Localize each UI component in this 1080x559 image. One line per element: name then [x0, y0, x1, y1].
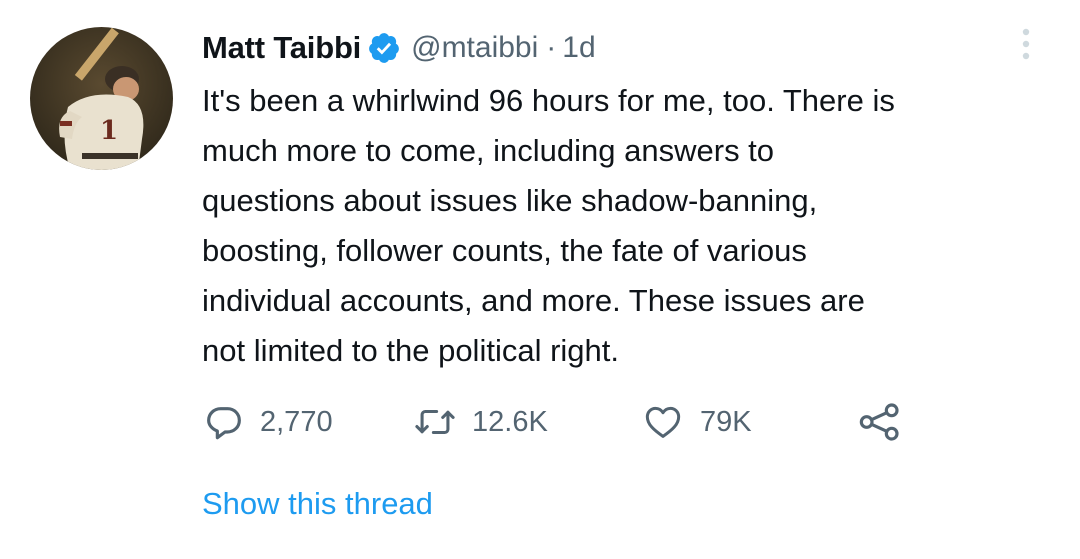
reply-button[interactable]: 2,770: [204, 398, 333, 446]
tweet-header: Matt Taibbi @mtaibbi · 1d: [202, 26, 596, 70]
more-options-icon[interactable]: [1014, 26, 1038, 66]
heart-icon: [645, 406, 681, 438]
show-thread-link[interactable]: Show this thread: [202, 486, 433, 522]
tweet-text: It's been a whirlwind 96 hours for me, t…: [202, 76, 1062, 376]
share-icon: [859, 403, 899, 441]
baseball-player-avatar-image: 1: [30, 27, 173, 170]
tweet-text-line: boosting, follower counts, the fate of v…: [202, 233, 807, 268]
retweet-icon: [415, 409, 455, 435]
verified-badge-icon: [367, 31, 401, 65]
tweet-text-line: It's been a whirlwind 96 hours for me, t…: [202, 83, 895, 118]
tweet-text-line: individual accounts, and more. These iss…: [202, 283, 865, 318]
author-name[interactable]: Matt Taibbi: [202, 30, 361, 66]
svg-text:1: 1: [100, 116, 118, 146]
tweet-text-line: much more to come, including answers to: [202, 133, 775, 168]
tweet-text-line: questions about issues like shadow-banni…: [202, 183, 818, 218]
separator-dot: ·: [546, 31, 557, 64]
like-count: 79K: [700, 405, 752, 438]
like-button[interactable]: 79K: [642, 398, 752, 446]
avatar[interactable]: 1: [30, 27, 173, 170]
tweet-card[interactable]: 1 Matt Taibbi @mtaibbi · 1d It's been a …: [0, 0, 1080, 559]
reply-icon: [207, 407, 241, 440]
reply-count: 2,770: [260, 405, 333, 438]
retweet-count: 12.6K: [472, 405, 548, 438]
author-handle[interactable]: @mtaibbi: [411, 31, 538, 65]
tweet-text-line: not limited to the political right.: [202, 333, 619, 368]
retweet-button[interactable]: 12.6K: [414, 398, 548, 446]
share-button[interactable]: [858, 398, 902, 446]
timestamp[interactable]: 1d: [562, 31, 595, 65]
